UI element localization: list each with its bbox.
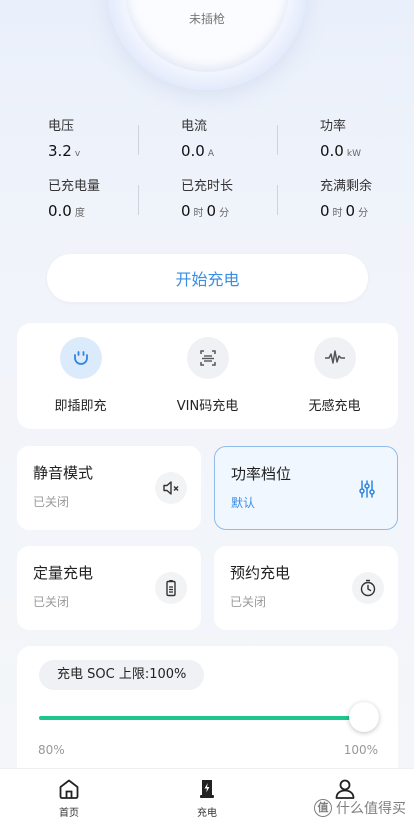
stat-charged-energy: 已充电量 0.0 度 [0,175,140,235]
mode-label: VIN码充电 [176,399,239,414]
sliders-icon [351,473,383,505]
mode-label: 即插即充 [54,399,107,414]
charged-hours: 0 [181,202,191,220]
stat-divider [138,125,139,155]
power-unit: kW [346,149,361,159]
tab-charging[interactable]: 充电 [138,769,276,831]
charging-stats: 电压 3.2 v 电流 0.0 A 功率 0.0 kW 已充电量 0.0 度 已充时长 … [0,115,414,235]
stat-divider [277,185,278,215]
stat-value: 0.0 kW [320,142,414,160]
minutes-unit: 分 [358,208,369,219]
energy-unit: 度 [74,208,85,219]
tab-home[interactable]: 首页 [0,769,138,831]
power-value: 0.0 [320,142,344,160]
power-level-tile[interactable]: 功率档位 默认 [214,446,398,530]
stats-row-1: 电压 3.2 v 电流 0.0 A 功率 0.0 kW [0,115,414,175]
voltage-unit: v [74,149,81,159]
watermark: 值 什么值得买 [314,798,406,818]
charged-minutes: 0 [206,202,217,220]
plug-icon [59,337,102,379]
stat-time-to-full: 充满剩余 0时0分 [280,175,414,235]
hours-unit: 时 [332,208,343,219]
mode-plug-and-charge[interactable]: 即插即充 [17,323,144,429]
stat-charged-time: 已充时长 0时0分 [140,175,280,235]
stat-divider [277,125,278,155]
stat-divider [138,185,139,215]
mute-icon [155,472,187,504]
stat-label: 已充电量 [48,179,101,194]
mode-seamless-charge[interactable]: 无感充电 [271,323,398,429]
current-unit: A [207,149,215,159]
stat-label: 充满剩余 [320,179,373,194]
stat-label: 电流 [181,119,208,134]
stat-value: 0.0 A [181,142,280,160]
energy-value: 0.0 [48,202,72,220]
soc-max-label: 100% [343,743,378,757]
stat-value: 0.0 度 [48,202,140,220]
minutes-unit: 分 [219,208,230,219]
quota-charge-tile[interactable]: 定量充电 已关闭 [17,546,201,630]
tab-label: 充电 [197,808,217,819]
charging-mode-card: 即插即充 VIN码充电 无感充电 [17,323,398,429]
soc-slider-thumb[interactable] [349,702,379,732]
mode-vin-charge[interactable]: VIN码充电 [144,323,271,429]
home-icon [59,779,79,799]
charger-status-label: 未插枪 [188,12,225,26]
soc-limit-label: 充电 SOC 上限:100% [39,660,205,690]
soc-min-label: 80% [38,743,65,757]
timer-icon [352,572,384,604]
soc-limit-card: 充电 SOC 上限:100% 80% 100% [17,646,398,768]
watermark-text: 什么值得买 [336,801,406,817]
charging-icon [200,780,214,798]
current-value: 0.0 [181,142,205,160]
stat-voltage: 电压 3.2 v [0,115,140,175]
remaining-minutes: 0 [345,202,356,220]
stat-current: 电流 0.0 A [140,115,280,175]
stat-power: 功率 0.0 kW [280,115,414,175]
soc-slider-fill [39,716,364,720]
battery-icon [155,572,187,604]
soc-slider-track[interactable] [39,716,364,720]
watermark-logo: 值 [314,799,332,817]
stat-label: 电压 [48,119,75,134]
mode-label: 无感充电 [308,399,361,414]
voltage-value: 3.2 [48,142,72,160]
stat-label: 功率 [320,119,347,134]
stat-value: 3.2 v [48,142,140,160]
silent-mode-tile[interactable]: 静音模式 已关闭 [17,446,201,530]
stat-value: 0时0分 [181,202,280,220]
stat-value: 0时0分 [320,202,414,220]
waveform-icon [313,337,356,379]
stat-label: 已充时长 [181,179,234,194]
remaining-hours: 0 [320,202,330,220]
tab-label: 首页 [59,808,79,819]
start-charging-button[interactable]: 开始充电 [47,254,368,302]
hours-unit: 时 [193,208,204,219]
scheduled-charge-tile[interactable]: 预约充电 已关闭 [214,546,398,630]
vin-scan-icon [186,337,229,379]
stats-row-2: 已充电量 0.0 度 已充时长 0时0分 充满剩余 0时0分 [0,175,414,235]
